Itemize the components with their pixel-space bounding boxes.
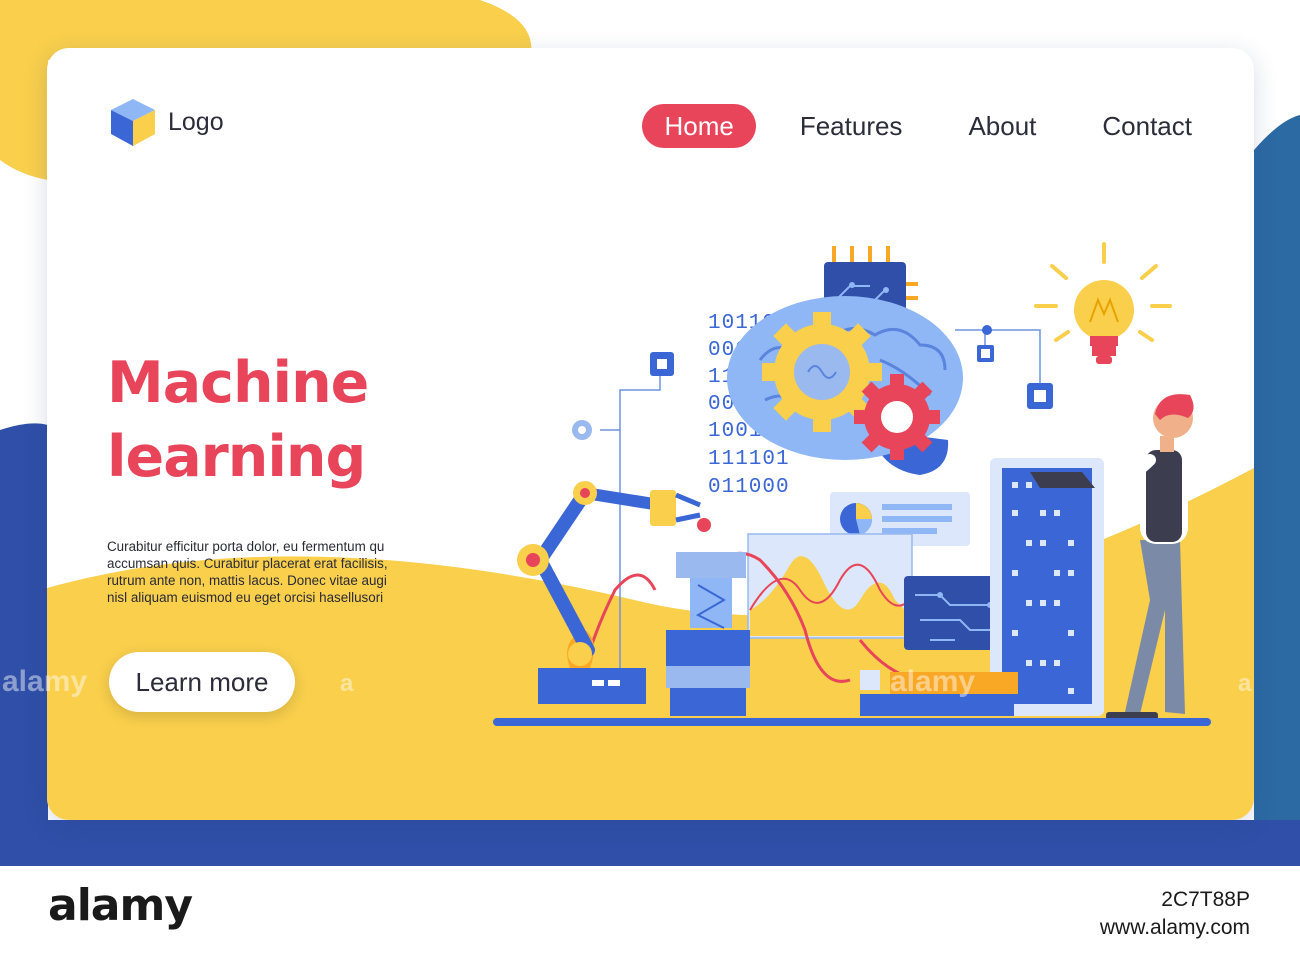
stock-site: www.alamy.com (1099, 916, 1250, 939)
watermark: a (340, 670, 354, 697)
floor-line (493, 718, 1211, 726)
stock-image-id: 2C7T88P (1161, 888, 1250, 911)
stock-brand: alamy (48, 880, 193, 931)
gear-icon (854, 374, 940, 460)
stock-meta: 2C7T88P www.alamy.com (1100, 886, 1250, 942)
machine-learning-illustration: 10110 000 11 00 10010 111101 011000 (493, 242, 1211, 726)
binary-row: 011000 (708, 476, 790, 499)
lightbulb-icon (1034, 242, 1172, 364)
watermark: alamy (890, 665, 976, 698)
binary-row: 111101 (708, 448, 790, 471)
watermark: a (1238, 670, 1252, 697)
watermark: alamy (2, 665, 88, 698)
press-machine (666, 552, 750, 716)
analytics-chart (747, 533, 913, 639)
